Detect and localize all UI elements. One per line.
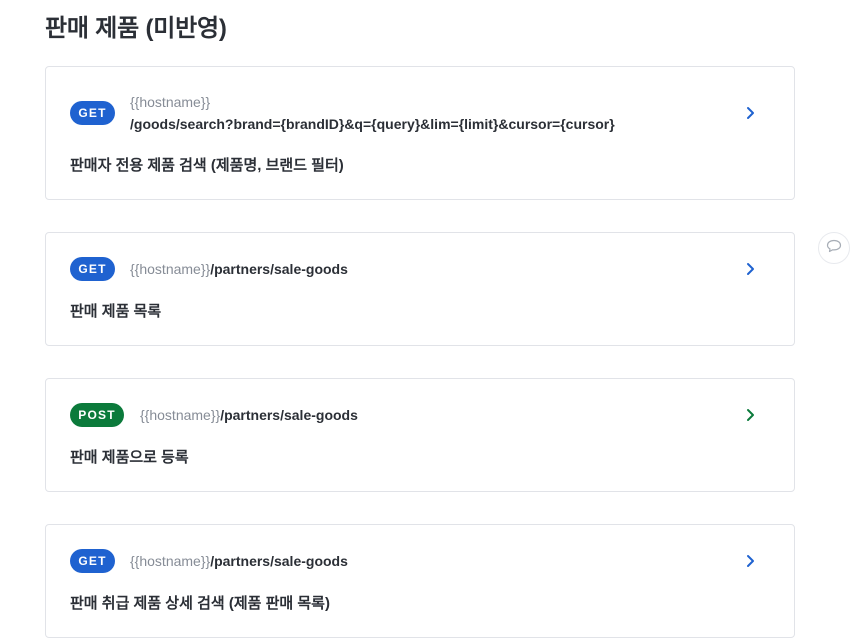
endpoint-hostname: {{hostname}} xyxy=(130,94,211,110)
method-badge: GET xyxy=(70,101,115,125)
endpoint-description: 판매자 전용 제품 검색 (제품명, 브랜드 필터) xyxy=(70,157,344,174)
method-badge: GET xyxy=(70,549,115,573)
endpoint-path: /partners/sale-goods xyxy=(210,553,348,569)
endpoint-hostname: {{hostname}} xyxy=(130,261,211,277)
endpoint-url: {{hostname}}/partners/sale-goods xyxy=(130,261,348,277)
endpoint-card[interactable]: GET {{hostname}} /goods/search?brand={br… xyxy=(45,66,795,200)
endpoint-url: {{hostname}}/partners/sale-goods xyxy=(140,407,358,423)
endpoint-url: {{hostname}}/partners/sale-goods xyxy=(130,553,348,569)
endpoint-card[interactable]: POST {{hostname}}/partners/sale-goods 판매… xyxy=(45,378,795,492)
endpoint-card[interactable]: GET {{hostname}}/partners/sale-goods 판매 … xyxy=(45,232,795,346)
chevron-right-icon[interactable] xyxy=(743,554,757,568)
comment-button[interactable] xyxy=(818,232,850,264)
chevron-right-icon[interactable] xyxy=(743,106,757,120)
endpoint-hostname: {{hostname}} xyxy=(130,553,211,569)
page: 판매 제품 (미반영) GET {{hostname}} /goods/sear… xyxy=(0,0,864,640)
chevron-right-icon[interactable] xyxy=(743,408,757,422)
method-badge: POST xyxy=(70,403,124,427)
endpoint-path: /partners/sale-goods xyxy=(210,261,348,277)
endpoint-path: /goods/search?brand={brandID}&q={query}&… xyxy=(130,116,615,132)
endpoint-description: 판매 제품으로 등록 xyxy=(70,449,189,466)
method-badge: GET xyxy=(70,257,115,281)
endpoint-path: /partners/sale-goods xyxy=(220,407,358,423)
endpoint-description: 판매 취급 제품 상세 검색 (제품 판매 목록) xyxy=(70,595,330,612)
endpoint-description: 판매 제품 목록 xyxy=(70,303,162,320)
endpoint-hostname: {{hostname}} xyxy=(140,407,221,423)
endpoint-card[interactable]: GET {{hostname}}/partners/sale-goods 판매 … xyxy=(45,524,795,638)
chevron-right-icon[interactable] xyxy=(743,262,757,276)
comment-icon xyxy=(826,239,842,258)
page-title: 판매 제품 (미반영) xyxy=(45,15,227,42)
